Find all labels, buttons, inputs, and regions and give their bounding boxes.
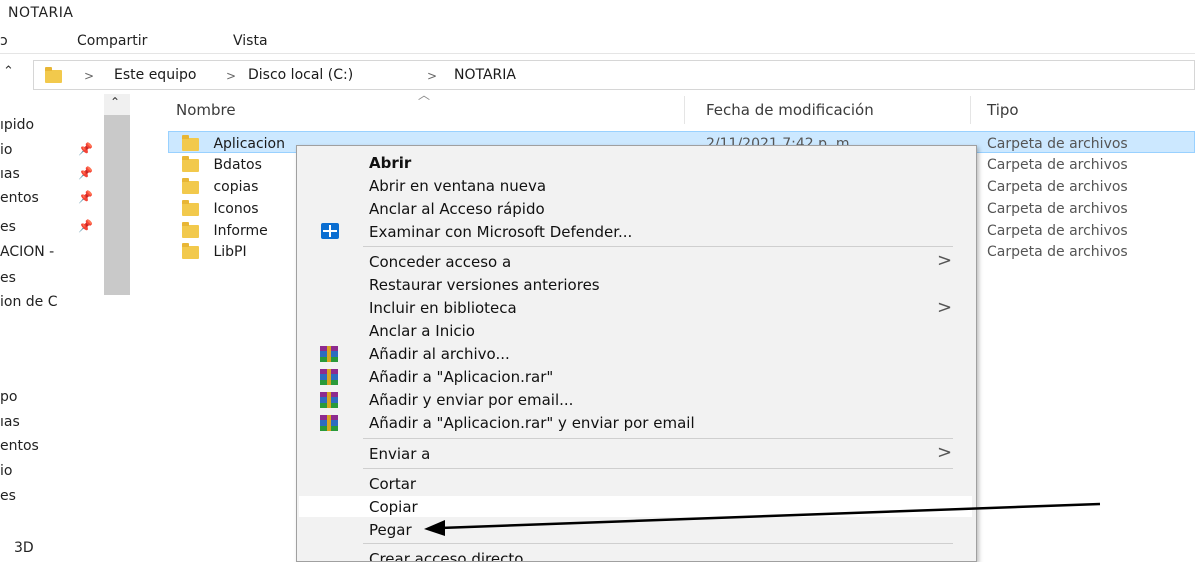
annotation-arrow: [424, 502, 1101, 536]
